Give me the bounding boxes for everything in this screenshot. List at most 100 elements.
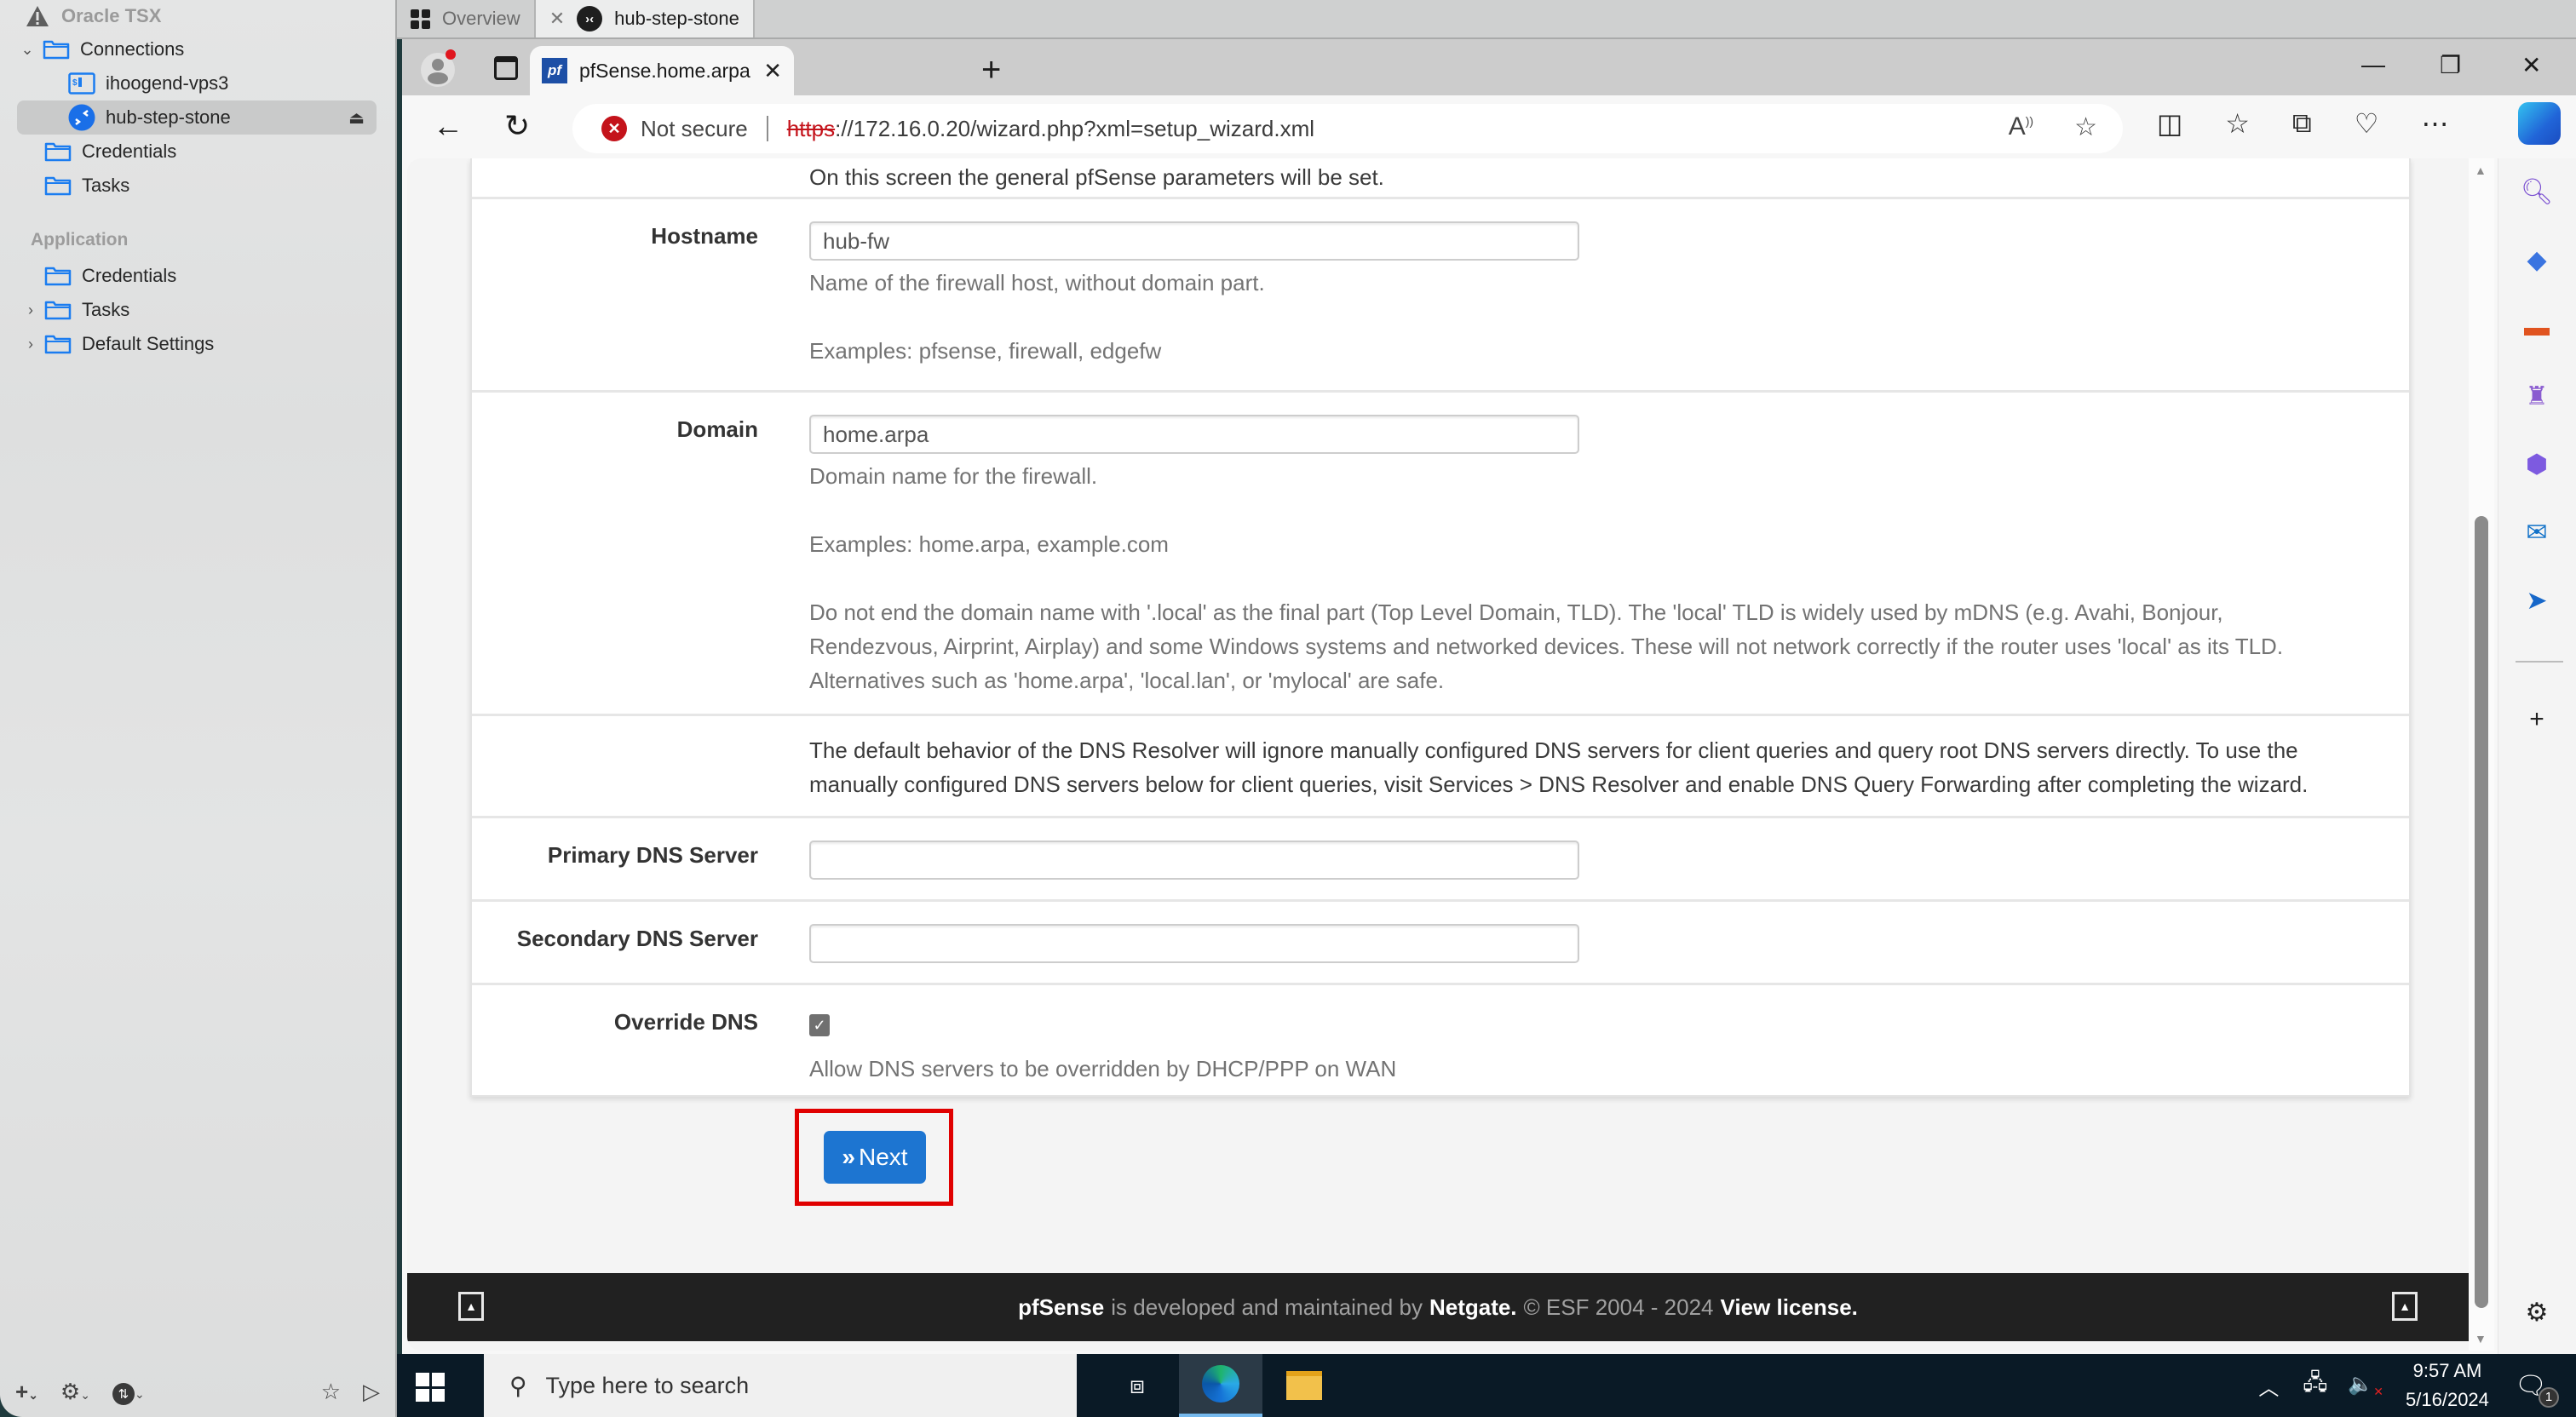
sync-menu-button[interactable]: ⇅ ⌄	[112, 1378, 145, 1405]
footer-company-link[interactable]: Netgate.	[1429, 1294, 1517, 1321]
next-button[interactable]: » Next	[824, 1131, 926, 1184]
back-button[interactable]: ←	[433, 109, 463, 143]
page-footer: ▲ pfSense is developed and maintained by…	[407, 1273, 2469, 1341]
footer-license-link[interactable]: View license.	[1721, 1294, 1858, 1321]
sidebar-item-app-credentials[interactable]: Credentials	[17, 259, 377, 293]
domain-examples: Examples: home.arpa, example.com	[809, 531, 1169, 557]
intro-row: On this screen the general pfSense param…	[472, 158, 2409, 199]
sidebar-item-app-tasks[interactable]: › Tasks	[17, 293, 377, 327]
minimize-button[interactable]: —	[2361, 51, 2385, 78]
search-icon[interactable]: 🔍︎	[2521, 175, 2553, 208]
eject-icon[interactable]: ⏏	[348, 107, 365, 129]
scroll-top-icon[interactable]: ▲	[2392, 1292, 2418, 1321]
svg-text:$: $	[72, 78, 78, 88]
browser-actions: ◫ ☆ ⧉ ♡ ⋯	[2157, 107, 2448, 140]
pfsense-favicon-icon: pf	[542, 58, 567, 83]
sidebar-item-credentials[interactable]: Credentials	[17, 135, 377, 169]
double-chevron-right-icon: »	[842, 1144, 854, 1170]
notifications-icon[interactable]: 🗨 1	[2515, 1371, 2559, 1408]
close-tab-icon[interactable]: ✕	[763, 58, 782, 84]
taskbar-search[interactable]: ⚲ Type here to search	[484, 1354, 1077, 1417]
more-menu-icon[interactable]: ⋯	[2421, 107, 2448, 140]
scroll-top-icon[interactable]: ▲	[458, 1292, 484, 1321]
collections-icon[interactable]: ⧉	[2292, 107, 2312, 140]
system-tray: ︿ 🖧 🔈✕ 9:57 AM 5/16/2024 🗨 1	[2258, 1354, 2576, 1417]
sidebar-item-tasks[interactable]: Tasks	[17, 169, 377, 203]
browser-essentials-icon[interactable]: ♡	[2355, 107, 2379, 140]
chevron-right-icon[interactable]: ›	[20, 336, 41, 353]
refresh-button[interactable]: ↻	[504, 109, 530, 143]
browser-tab-active[interactable]: pf pfSense.home.arpa - Wizard: pfSe ✕	[530, 46, 794, 95]
folder-icon	[44, 176, 72, 196]
microsoft-365-icon[interactable]: ⬢	[2521, 448, 2553, 480]
outlook-icon[interactable]: ✉	[2521, 516, 2553, 548]
restore-button[interactable]: ❐	[2440, 51, 2461, 79]
sidebar-item-hub-step-stone[interactable]: hub-step-stone ⏏	[17, 100, 377, 135]
add-icon[interactable]: +	[2521, 703, 2553, 736]
network-icon[interactable]: 🖧	[2303, 1367, 2327, 1404]
override-dns-checkbox[interactable]: ✓	[809, 1014, 830, 1036]
vertical-tabs-icon[interactable]	[494, 56, 518, 80]
read-aloud-icon[interactable]: A))	[2009, 112, 2033, 142]
app-tab-bar: Overview ✕ ›‹ hub-step-stone	[397, 0, 2576, 39]
shopping-tag-icon[interactable]: ◆	[2521, 244, 2553, 276]
intro-text: On this screen the general pfSense param…	[809, 164, 1384, 190]
copilot-icon[interactable]	[2518, 102, 2561, 145]
folder-icon	[44, 142, 72, 162]
sidebar-toolbar: +⌄ ⚙⌄ ⇅ ⌄ ☆ ▷	[15, 1376, 380, 1407]
play-icon[interactable]: ▷	[363, 1379, 380, 1405]
close-window-button[interactable]: ✕	[2521, 51, 2541, 79]
volume-muted-icon[interactable]: 🔈✕	[2348, 1372, 2383, 1399]
clock-date: 5/16/2024	[2406, 1389, 2489, 1410]
sidebar-item-connections[interactable]: ⌄ Connections	[17, 32, 377, 66]
hostname-input[interactable]	[809, 221, 1579, 261]
scroll-up-arrow[interactable]: ▲	[2475, 164, 2487, 177]
settings-menu-button[interactable]: ⚙⌄	[60, 1379, 90, 1405]
settings-gear-icon[interactable]: ⚙	[2521, 1296, 2553, 1328]
edge-taskbar-icon[interactable]	[1179, 1354, 1262, 1417]
primary-dns-row: Primary DNS Server	[472, 818, 2409, 902]
primary-dns-input[interactable]	[809, 840, 1579, 880]
new-tab-button[interactable]: +	[981, 51, 1001, 89]
hostname-row: Hostname Name of the firewall host, with…	[472, 199, 2409, 393]
favorites-icon[interactable]: ☆	[2225, 107, 2250, 140]
address-bar[interactable]: ✕ Not secure https ://172.16.0.20/wizard…	[572, 104, 2123, 153]
browser-window: pf pfSense.home.arpa - Wizard: pfSe ✕ + …	[402, 39, 2576, 1354]
page-scrollbar[interactable]: ▲ ▼	[2469, 158, 2494, 1351]
override-dns-help: Allow DNS servers to be overridden by DH…	[809, 1056, 1397, 1081]
sidebar-item-ihoogend-vps3[interactable]: $ ihoogend-vps3	[17, 66, 377, 100]
remote-desktop-icon: ›‹	[577, 6, 603, 32]
games-icon[interactable]: ♜	[2521, 380, 2553, 412]
clock[interactable]: 9:57 AM 5/16/2024	[2406, 1357, 2489, 1414]
show-hidden-icons[interactable]: ︿	[2258, 1371, 2279, 1401]
sidebar-item-default-settings[interactable]: › Default Settings	[17, 327, 377, 361]
override-dns-row: Override DNS ✓ Allow DNS servers to be o…	[472, 985, 2409, 1097]
footer-copyright: © ESF 2004 - 2024	[1523, 1294, 1714, 1320]
hostname-label: Hostname	[651, 223, 758, 249]
tools-icon[interactable]: ▬	[2521, 312, 2553, 344]
favorite-star-icon[interactable]: ☆	[2074, 112, 2097, 142]
tab-overview[interactable]: Overview	[397, 0, 536, 37]
chevron-right-icon[interactable]: ›	[20, 301, 41, 319]
edge-sidebar: 🔍︎ ◆ ▬ ♜ ⬢ ✉ ➤ + ⚙	[2498, 158, 2576, 1354]
scrollbar-thumb[interactable]	[2475, 516, 2488, 1308]
send-icon[interactable]: ➤	[2521, 584, 2553, 617]
task-view-icon[interactable]: ⧈	[1095, 1354, 1179, 1417]
add-menu-button[interactable]: +⌄	[15, 1379, 38, 1405]
split-screen-icon[interactable]: ◫	[2157, 107, 2182, 140]
domain-input[interactable]	[809, 415, 1579, 454]
scroll-down-arrow[interactable]: ▼	[2475, 1332, 2487, 1345]
folder-icon	[43, 40, 70, 60]
file-explorer-icon[interactable]	[1262, 1354, 1346, 1417]
footer-text: is developed and maintained by	[1111, 1294, 1423, 1320]
close-tab-icon[interactable]: ✕	[549, 8, 565, 30]
tab-hub-step-stone[interactable]: ✕ ›‹ hub-step-stone	[535, 0, 755, 37]
profile-avatar-icon[interactable]	[419, 48, 460, 89]
windows-start-icon[interactable]	[416, 1373, 445, 1402]
folder-icon	[44, 301, 72, 320]
chevron-down-icon[interactable]: ⌄	[17, 41, 37, 59]
secondary-dns-input[interactable]	[809, 924, 1579, 963]
security-status[interactable]: Not secure	[641, 116, 748, 142]
dns-note-row: The default behavior of the DNS Resolver…	[472, 716, 2409, 818]
favorite-icon[interactable]: ☆	[321, 1379, 341, 1405]
